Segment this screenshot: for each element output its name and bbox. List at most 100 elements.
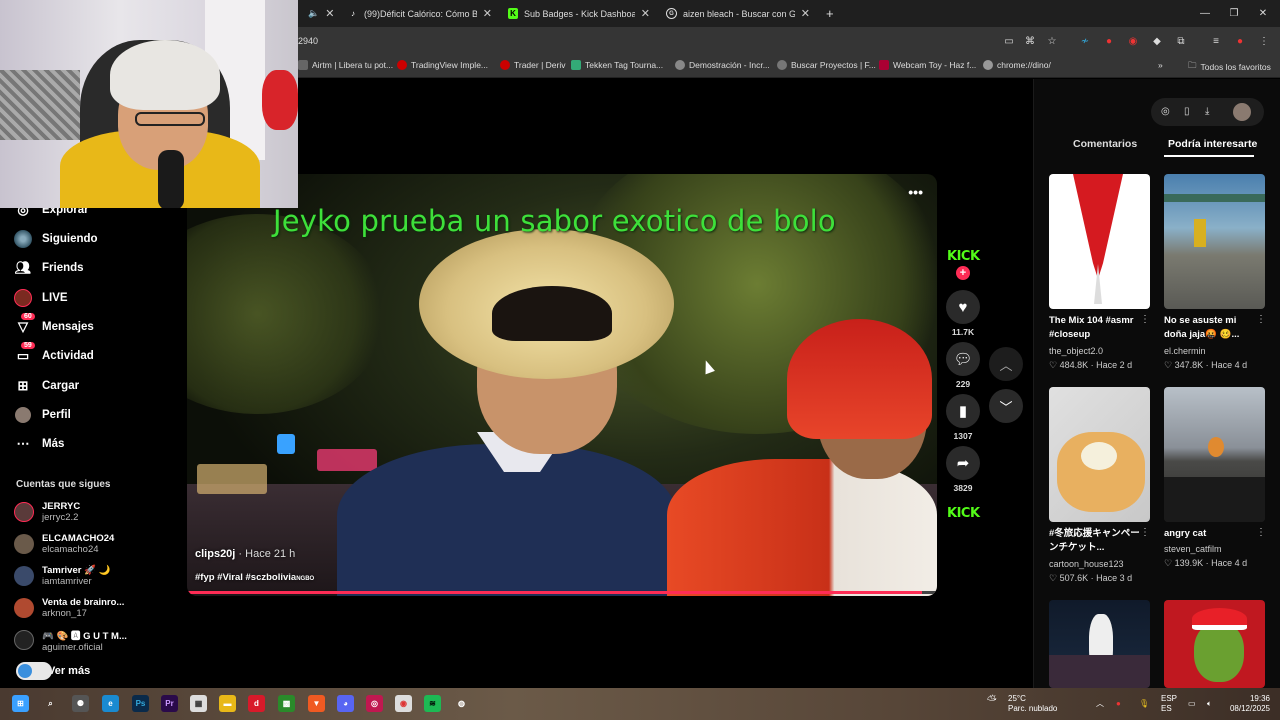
extension-icon[interactable]: ◆ [1150,34,1164,48]
bookmark-item[interactable]: Trader | Deriv [500,60,566,70]
video-author[interactable]: clips20j · Hace 21 h [195,548,295,560]
avatar-icon[interactable]: ● [1233,34,1247,48]
follow-plus-button[interactable]: + [956,266,970,280]
card-menu-icon[interactable]: ⋮ [1256,314,1266,325]
more-bookmarks-button[interactable]: » [1158,60,1163,70]
video-thumbnail[interactable] [1164,600,1265,688]
video-thumbnail[interactable] [1049,600,1150,688]
video-progress-bar[interactable] [187,591,937,594]
language-indicator[interactable]: ESP ES [1161,694,1177,714]
bookmark-item[interactable]: Demostración - Incr... [675,60,770,70]
phone-icon[interactable]: ▯ [1184,106,1190,117]
all-favorites-button[interactable]: 🗀 Todos los favoritos [1188,60,1271,74]
menu-dots-icon[interactable]: ⋮ [1257,34,1271,48]
bookmark-item[interactable]: Airtm | Libera tu pot... [298,60,393,70]
card-menu-icon[interactable]: ⋮ [1256,527,1266,538]
store-icon[interactable]: ▦ [190,695,207,712]
clock[interactable]: 19:36 08/12/2025 [1228,694,1270,714]
photoshop-icon[interactable]: Ps [132,695,149,712]
network-icon[interactable]: ▭ [1188,699,1196,709]
nav-profile[interactable]: Perfil [14,403,71,427]
sound-kick-icon[interactable]: KICK [947,506,980,521]
next-video-button[interactable]: ﹀ [989,389,1023,423]
spotify-icon[interactable]: ≋ [424,695,441,712]
url-field[interactable]: 2940 [298,36,318,46]
more-options-button[interactable]: ••• [908,184,923,200]
close-icon[interactable]: ✕ [801,7,810,20]
extension-icon[interactable]: ● [1102,34,1116,48]
card-author[interactable]: cartoon_house123 [1049,559,1124,569]
followed-account[interactable]: Tamriver 🚀 🌙 iamtamriver [14,561,110,591]
nav-upload[interactable]: ⊞ Cargar [14,374,80,398]
card-title[interactable]: #冬旅応援キャンペーンチケット... [1049,527,1144,555]
tab-might-interest[interactable]: Podría interesarte [1168,138,1257,150]
close-window-button[interactable]: ✕ [1246,0,1280,27]
chrome-icon[interactable]: ◉ [395,695,412,712]
media-icon[interactable]: ≡ [1209,34,1223,48]
puzzle-icon[interactable]: ⧉ [1174,34,1188,48]
card-menu-icon[interactable]: ⋮ [1140,314,1150,325]
creator-avatar-kick[interactable]: KICK [947,249,980,264]
followed-account[interactable]: 🎮 🎨 🅰 G U T M... aguimer.oficial [14,625,127,655]
share-button[interactable]: ➦ [946,446,980,480]
video-player[interactable]: Jeyko prueba un sabor exotico de bolo ••… [187,174,937,596]
close-icon[interactable]: ✕ [325,7,334,20]
tab-comments[interactable]: Comentarios [1073,138,1137,150]
volume-icon[interactable]: 🔈︎ [1207,699,1212,709]
bookmark-item[interactable]: Buscar Proyectos | F... [777,60,876,70]
brave-icon[interactable]: ▼ [308,695,325,712]
bookmark-item[interactable]: Webcam Toy - Haz f... [879,60,976,70]
search-icon[interactable]: ⌕ [42,695,59,712]
nav-following[interactable]: Siguiendo [14,227,98,251]
video-thumbnail[interactable] [1049,387,1150,522]
nav-messages[interactable]: ▽ 60 Mensajes [14,313,94,339]
nav-more[interactable]: ⋯ Más [14,432,65,456]
previous-video-button[interactable]: ︿ [989,347,1023,381]
obs-icon[interactable]: ◍ [453,695,470,712]
followed-account[interactable]: Venta de brainro... arknon_17 [14,593,124,623]
new-tab-button[interactable]: + [818,0,840,27]
tab-kick[interactable]: K Sub Badges - Kick Dashboard ✕ [500,0,658,27]
minecraft-icon[interactable]: ▩ [278,695,295,712]
bookmark-item[interactable]: TradingView Imple... [397,60,488,70]
weather-widget[interactable]: 25°C Parc. nublado [1008,694,1057,714]
app-icon[interactable]: ⚈ [72,695,89,712]
card-title[interactable]: No se asuste mi doña jaja🤬 🥴... [1164,314,1259,342]
mic-icon[interactable]: 🎙︎ [1139,699,1149,709]
comment-button[interactable]: 💬︎ [946,342,980,376]
tray-chevron-icon[interactable]: ︿ [1096,699,1104,709]
edge-icon[interactable]: e [102,695,119,712]
download-icon[interactable]: ⤓ [1205,106,1209,117]
bookmark-item[interactable]: chrome://dino/ [983,60,1051,70]
nav-activity[interactable]: ▭ 59 Actividad [14,342,94,368]
video-thumbnail[interactable] [1049,174,1150,309]
card-title[interactable]: angry cat [1164,527,1259,541]
user-avatar[interactable] [1233,103,1251,121]
close-icon[interactable]: ✕ [641,7,650,20]
like-button[interactable]: ♥ [946,290,980,324]
close-icon[interactable]: ✕ [483,7,492,20]
card-author[interactable]: el.chermin [1164,346,1206,356]
cast-icon[interactable]: ▭ [1002,34,1016,48]
extension-icon[interactable]: ◉ [1126,34,1140,48]
star-icon[interactable]: ☆ [1045,34,1059,48]
discord-icon[interactable]: ◕ [337,695,354,712]
followed-account[interactable]: ELCAMACHO24 elcamacho24 [14,529,114,559]
extension-icon[interactable]: ≁ [1078,34,1092,48]
app-icon[interactable]: d [248,695,265,712]
followed-account[interactable]: JERRYC jerryc2.2 [14,497,80,527]
translate-icon[interactable]: ⌘ [1023,34,1037,48]
tab-tiktok[interactable]: ♪ (99)Déficit Calórico: Cómo Baja ✕ [340,0,500,27]
video-hashtags[interactable]: #fyp #Viral #sczboliviaNGBO [195,572,314,583]
tab-google[interactable]: G aizen bleach - Buscar con Goog ✕ [658,0,818,27]
video-thumbnail[interactable] [1164,174,1265,309]
nav-friends[interactable]: 👥︎ Friends [14,256,84,280]
card-title[interactable]: The Mix 104 #asmr #closeup [1049,314,1144,342]
windows-start-icon[interactable]: ⊞ [12,695,29,712]
app-icon[interactable]: ◎ [366,695,383,712]
folder-icon[interactable]: ▬ [219,695,236,712]
card-menu-icon[interactable]: ⋮ [1140,527,1150,538]
audio-tab[interactable]: 🔈 ✕ [300,0,338,27]
card-author[interactable]: steven_catfilm [1164,544,1222,554]
bookmark-item[interactable]: Tekken Tag Tourna... [571,60,663,70]
